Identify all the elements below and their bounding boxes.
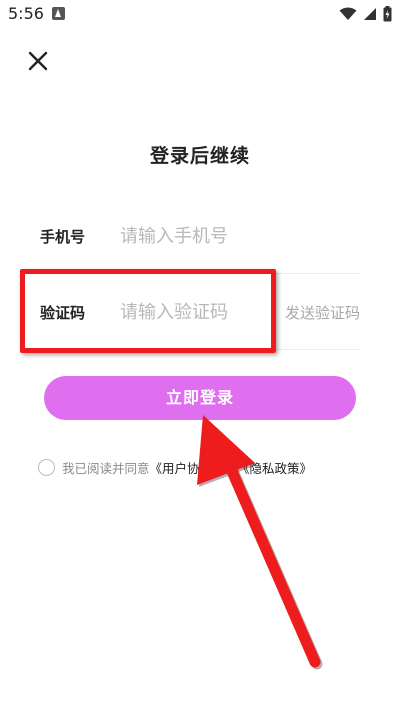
privacy-policy-link[interactable]: 《隐私政策》 <box>237 458 312 477</box>
phone-label: 手机号 <box>40 228 86 246</box>
phone-input[interactable] <box>120 218 355 254</box>
agreement: 我已阅读并同意 《用户协议》 和 《隐私政策》 <box>38 456 368 478</box>
close-icon <box>28 51 48 71</box>
arrow-icon <box>197 415 323 670</box>
send-code-button[interactable]: 发送验证码 <box>285 302 360 323</box>
page-title: 登录后继续 <box>149 145 250 167</box>
status-icons <box>339 5 392 23</box>
signal-icon <box>364 8 376 20</box>
status-bar: 5:56 <box>0 0 400 28</box>
login-screen: 5:56 登录后继续 手机号 验证码 发送验证 <box>0 0 400 712</box>
user-agreement-link[interactable]: 《用户协议》 <box>150 458 225 477</box>
code-row: 验证码 发送验证码 <box>40 274 360 350</box>
status-time: 5:56 <box>8 4 44 23</box>
battery-icon <box>383 6 392 22</box>
wifi-icon <box>339 7 357 20</box>
agreement-prefix: 我已阅读并同意 <box>62 460 150 476</box>
code-label: 验证码 <box>40 304 86 322</box>
close-button[interactable] <box>26 49 50 73</box>
phone-row: 手机号 <box>40 198 360 274</box>
agreement-conjunction: 和 <box>224 460 238 476</box>
notification-icon <box>52 7 65 20</box>
login-button[interactable]: 立即登录 <box>44 376 356 420</box>
agree-checkbox[interactable] <box>38 458 55 476</box>
code-input[interactable] <box>120 294 270 330</box>
red-arrow-annotation <box>197 415 323 670</box>
